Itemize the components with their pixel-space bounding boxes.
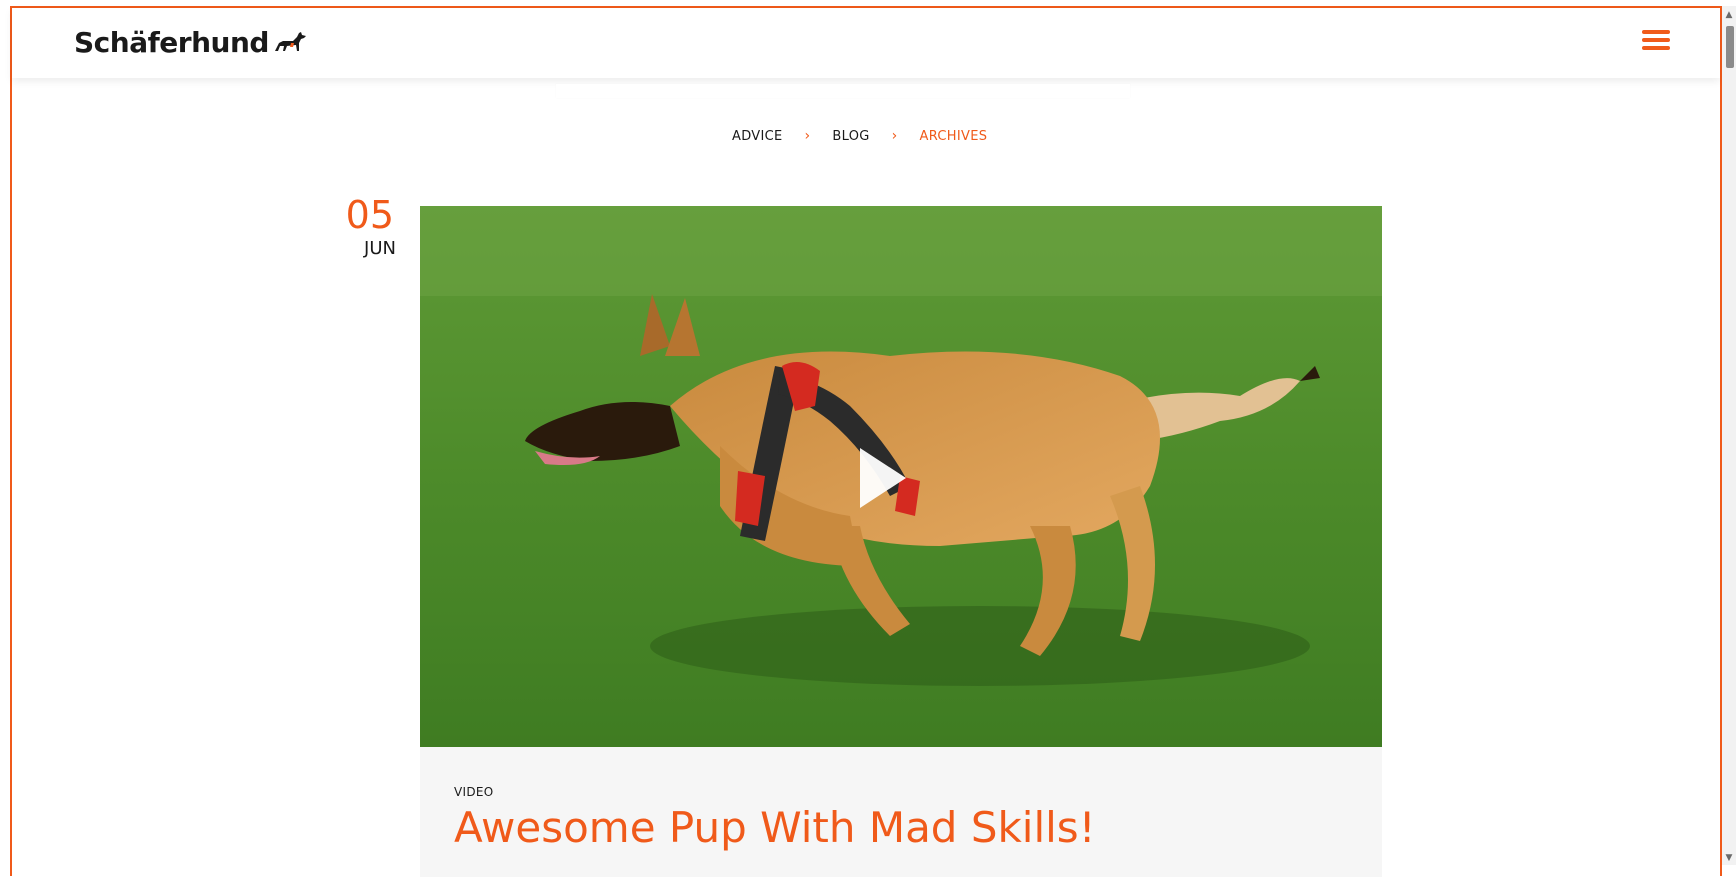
post-title[interactable]: Awesome Pup With Mad Skills! xyxy=(454,803,1096,852)
breadcrumb-archives: ARCHIVES xyxy=(919,128,988,144)
video-thumbnail[interactable] xyxy=(420,206,1382,747)
breadcrumb-blog[interactable]: BLOG xyxy=(832,129,869,144)
breadcrumb-separator: › xyxy=(891,128,898,144)
post-card: VIDEO Awesome Pup With Mad Skills! xyxy=(420,747,1382,877)
breadcrumb-advice[interactable]: ADVICE xyxy=(732,129,783,144)
scroll-up-arrow-icon[interactable]: ▲ xyxy=(1722,8,1736,22)
vertical-scrollbar[interactable]: ▲ ▼ xyxy=(1722,6,1736,865)
shepherd-dog-icon xyxy=(273,29,307,59)
post-category[interactable]: VIDEO xyxy=(454,785,494,799)
play-icon[interactable] xyxy=(860,448,906,508)
site-logo[interactable]: Schäferhund xyxy=(74,26,307,59)
site-header: Schäferhund xyxy=(12,8,1720,78)
scrollbar-thumb[interactable] xyxy=(1726,26,1734,68)
post-date-day: 05 xyxy=(345,193,394,237)
hamburger-menu-icon[interactable] xyxy=(1642,30,1670,52)
scroll-down-arrow-icon[interactable]: ▼ xyxy=(1722,851,1736,865)
breadcrumb-separator: › xyxy=(804,128,811,144)
logo-text: Schäferhund xyxy=(74,26,269,59)
breadcrumb: ADVICE › BLOG › ARCHIVES xyxy=(732,128,987,144)
header-dropdown-strip xyxy=(556,84,1130,98)
post-date-month: JUN xyxy=(364,238,396,259)
